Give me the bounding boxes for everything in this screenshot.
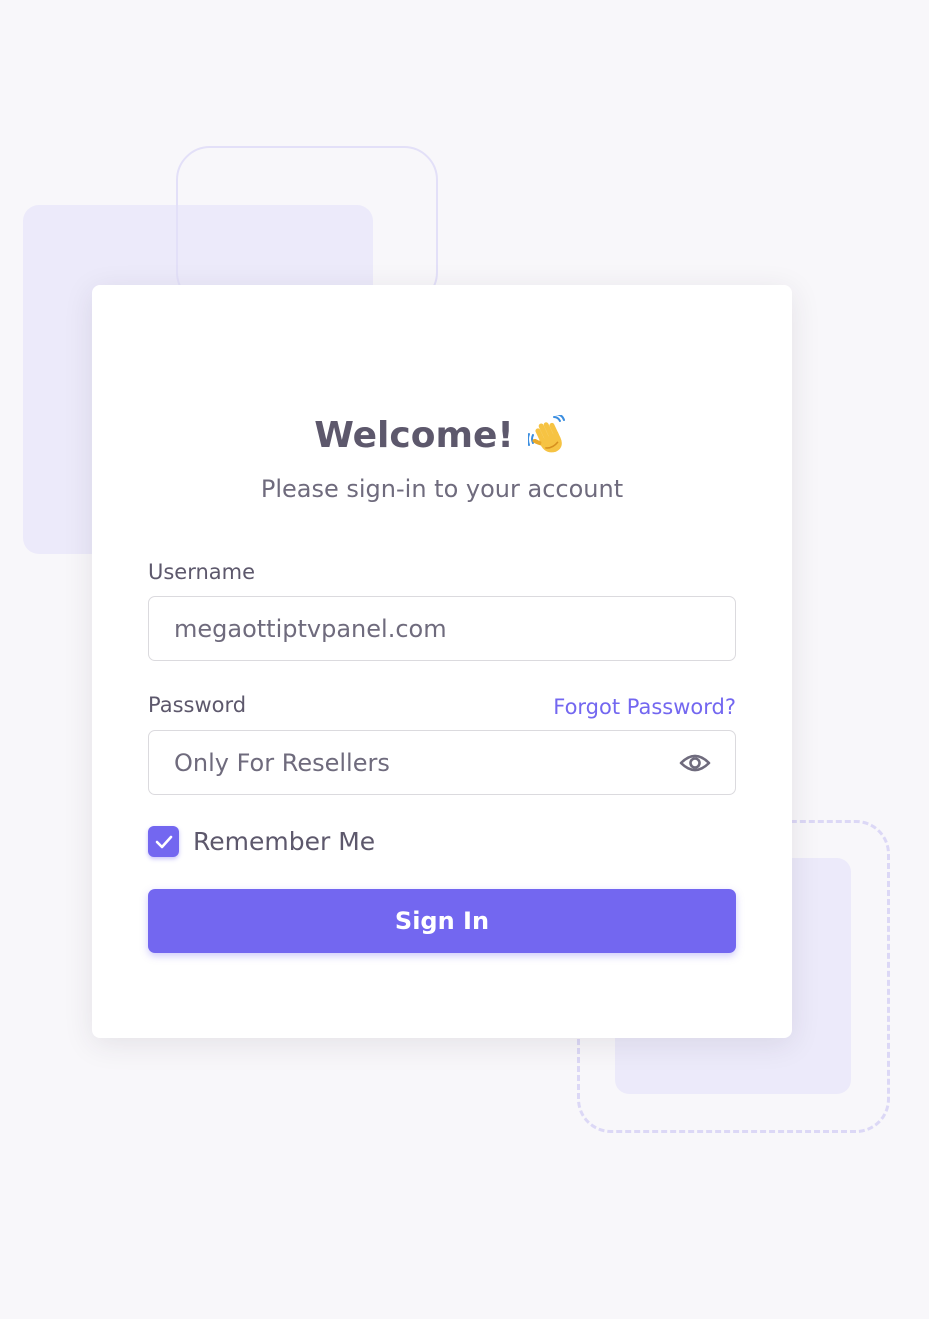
decor-shape-top-outline [176,146,438,306]
username-input[interactable] [148,596,736,661]
sign-in-button[interactable]: Sign In [148,889,736,953]
forgot-password-link[interactable]: Forgot Password? [553,695,736,719]
checkbox-checked-icon[interactable] [148,826,179,857]
waving-hand-icon [526,413,570,457]
welcome-heading: Welcome! [92,413,792,457]
remember-me-checkbox[interactable]: Remember Me [148,826,375,857]
password-label: Password [148,693,247,717]
welcome-subtitle: Please sign-in to your account [260,475,624,503]
welcome-title: Welcome! [314,415,514,456]
login-card: Welcome! Please sign-in to your account [92,285,792,1038]
password-input[interactable] [148,730,736,795]
eye-icon[interactable] [679,748,711,778]
remember-me-label: Remember Me [193,827,376,856]
username-label: Username [148,560,256,584]
